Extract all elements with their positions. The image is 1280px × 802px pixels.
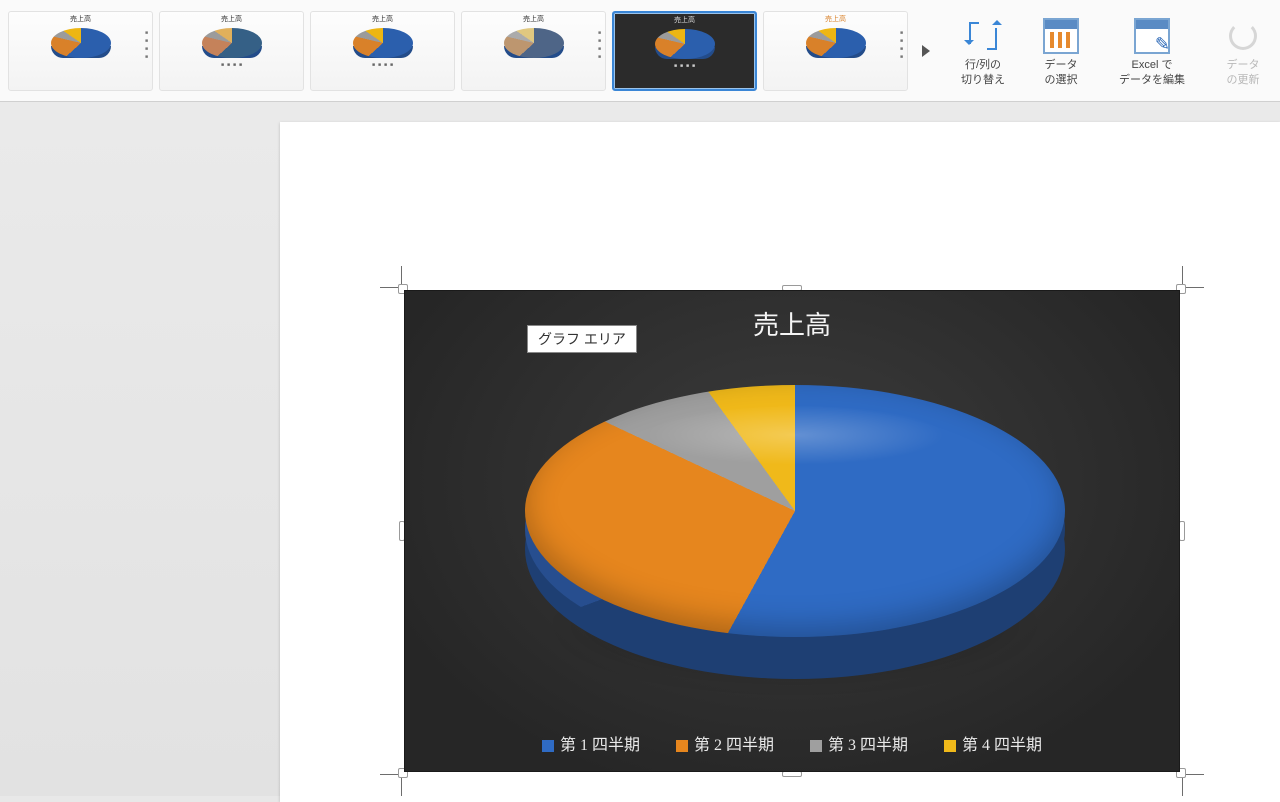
legend-label: 第 2 四半期 [694, 737, 774, 754]
legend-item[interactable]: 第 3 四半期 [810, 731, 908, 755]
cmd-label: Excel で データを編集 [1119, 58, 1185, 87]
chart-object-selected[interactable]: 売上高 グラフ エリア 第 1 四半期 第 2 四半期 第 3 四半期 第 4 … [404, 290, 1180, 772]
pie-3d[interactable] [525, 385, 1065, 685]
chart-style-1[interactable]: 売上高 ■■■■ [8, 11, 153, 91]
select-data-button[interactable]: データ の選択 [1022, 14, 1100, 91]
thumb-title: 売上高 [674, 15, 695, 25]
cmd-label: 行/列の 切り替え [961, 58, 1005, 87]
chart-style-gallery: 売上高 ■■■■ 売上高 ■■■■ 売上高 ■■■■ 売上高 ■■■■ 売上高 … [0, 5, 944, 97]
chart-title[interactable]: 売上高 [405, 305, 1179, 342]
document-workspace: 売上高 グラフ エリア 第 1 四半期 第 2 四半期 第 3 四半期 第 4 … [0, 102, 1280, 796]
chart-style-6[interactable]: 売上高 ■■■■ [763, 11, 908, 91]
legend-item[interactable]: 第 1 四半期 [542, 731, 640, 755]
switch-rows-icon [965, 18, 1001, 54]
legend-label: 第 1 四半期 [560, 737, 640, 754]
pie-highlight [645, 405, 945, 465]
chart-style-4[interactable]: 売上高 ■■■■ [461, 11, 606, 91]
edit-data-in-excel-button[interactable]: Excel で データを編集 [1100, 14, 1204, 91]
refresh-icon [1225, 18, 1261, 54]
legend-item[interactable]: 第 2 四半期 [676, 731, 774, 755]
chart-style-5-selected[interactable]: 売上高 ■■■■ [612, 11, 757, 91]
chart-style-more-arrow[interactable] [918, 42, 936, 60]
cmd-label: データ の選択 [1045, 58, 1078, 87]
legend-label: 第 4 四半期 [962, 737, 1042, 754]
thumb-title: 売上高 [825, 14, 846, 24]
document-page[interactable]: 売上高 グラフ エリア 第 1 四半期 第 2 四半期 第 3 四半期 第 4 … [280, 122, 1280, 802]
chart-style-3[interactable]: 売上高 ■■■■ [310, 11, 455, 91]
legend-label: 第 3 四半期 [828, 737, 908, 754]
legend-item[interactable]: 第 4 四半期 [944, 731, 1042, 755]
thumb-title: 売上高 [523, 14, 544, 24]
cmd-label: データ の更新 [1227, 58, 1260, 87]
thumb-title: 売上高 [372, 14, 393, 24]
ribbon-data-commands: 行/列の 切り替え データ の選択 Excel で データを編集 データ の更新 [944, 10, 1280, 91]
refresh-data-button: データ の更新 [1204, 14, 1280, 91]
chart-plot-area[interactable]: 売上高 グラフ エリア 第 1 四半期 第 2 四半期 第 3 四半期 第 4 … [404, 290, 1180, 772]
edit-excel-icon [1134, 18, 1170, 54]
chart-design-ribbon: 売上高 ■■■■ 売上高 ■■■■ 売上高 ■■■■ 売上高 ■■■■ 売上高 … [0, 0, 1280, 102]
chart-style-2[interactable]: 売上高 ■■■■ [159, 11, 304, 91]
switch-row-column-button[interactable]: 行/列の 切り替え [944, 14, 1022, 91]
thumb-title: 売上高 [70, 14, 91, 24]
select-data-icon [1043, 18, 1079, 54]
thumb-title: 売上高 [221, 14, 242, 24]
chart-legend[interactable]: 第 1 四半期 第 2 四半期 第 3 四半期 第 4 四半期 [405, 731, 1179, 755]
chart-area-tooltip: グラフ エリア [527, 325, 637, 353]
